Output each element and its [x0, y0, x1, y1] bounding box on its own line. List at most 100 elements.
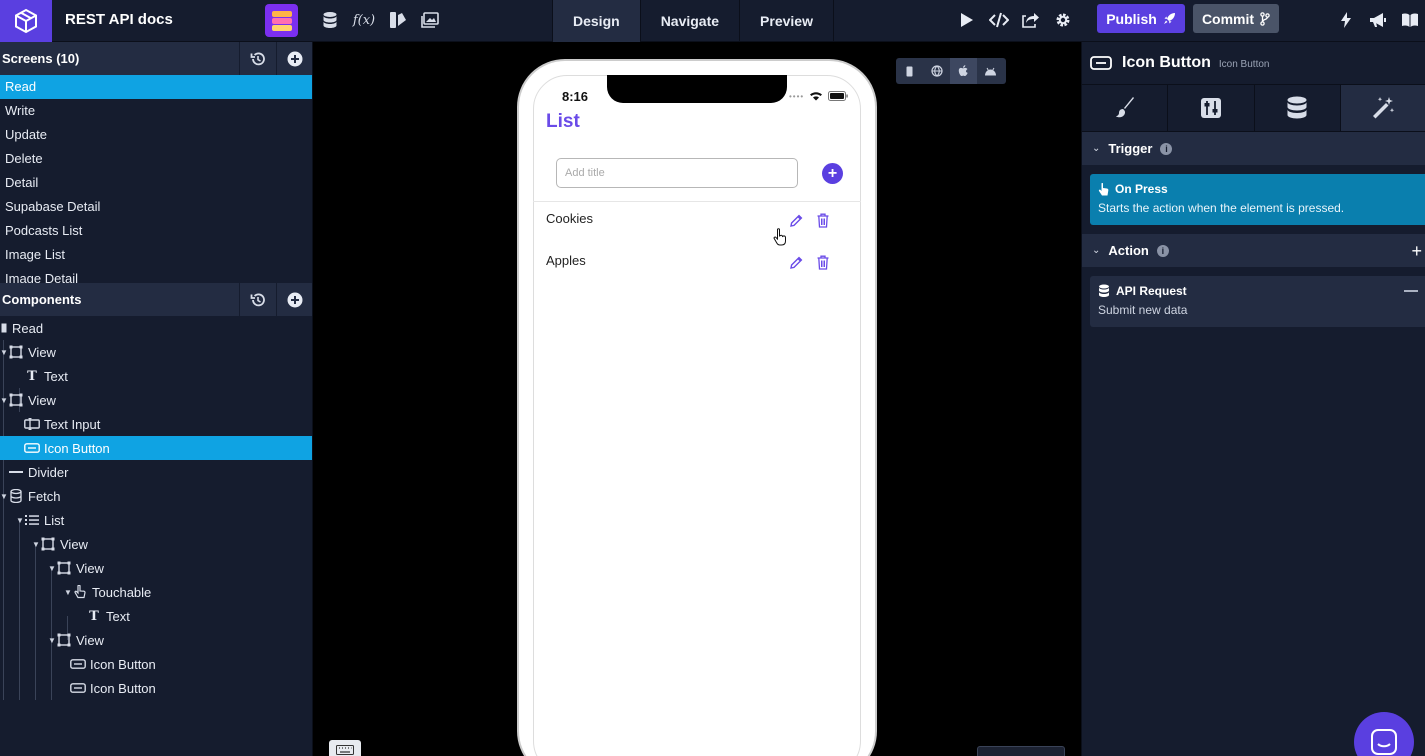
- add-action-plus-icon[interactable]: +: [1411, 241, 1422, 262]
- canvas-corner-control[interactable]: [977, 746, 1065, 756]
- pencil-edit-icon[interactable]: [789, 214, 803, 231]
- plus-icon: +: [827, 164, 838, 182]
- media-icon[interactable]: [420, 10, 440, 30]
- screen-item[interactable]: Read: [0, 75, 312, 99]
- list-item[interactable]: Apples: [546, 251, 846, 275]
- divider-icon: [8, 464, 24, 480]
- code-icon[interactable]: [989, 10, 1009, 30]
- status-time: 8:16: [562, 89, 589, 104]
- magic-wand-icon: [1373, 97, 1395, 119]
- caret-down-icon[interactable]: ▼: [48, 636, 56, 645]
- caret-down-icon[interactable]: ▼: [0, 396, 8, 405]
- info-icon[interactable]: i: [1156, 244, 1169, 257]
- app-logo-icon[interactable]: [0, 0, 52, 42]
- screen-item[interactable]: Image Detail: [0, 267, 312, 283]
- tree-node-list[interactable]: ▼ List: [0, 508, 312, 532]
- tab-design[interactable]: Design: [552, 0, 640, 42]
- trash-delete-icon[interactable]: [817, 213, 829, 231]
- tree-node-divider[interactable]: Divider: [0, 460, 312, 484]
- screen-icon: [0, 320, 8, 336]
- database-icon: [8, 488, 24, 504]
- caret-down-icon[interactable]: ▼: [0, 492, 8, 501]
- apple-ios-icon[interactable]: [950, 58, 977, 84]
- screen-item[interactable]: Supabase Detail: [0, 195, 312, 219]
- tab-data[interactable]: [1255, 85, 1341, 131]
- add-component-button[interactable]: [276, 283, 312, 316]
- publish-button[interactable]: Publish: [1097, 4, 1185, 33]
- design-canvas[interactable]: 8:16 •••• List Add title + Cookies Apple…: [314, 42, 1081, 756]
- tree-node-icon-button[interactable]: Icon Button: [0, 652, 312, 676]
- screen-item[interactable]: Delete: [0, 147, 312, 171]
- lightning-icon[interactable]: [1336, 10, 1356, 30]
- caret-down-icon[interactable]: ▼: [48, 564, 56, 573]
- keyboard-icon[interactable]: [329, 740, 361, 756]
- signal-dots-icon: ••••: [789, 91, 805, 101]
- git-branch-icon: [1260, 11, 1270, 26]
- tree-node-view[interactable]: ▼ View: [0, 556, 312, 580]
- database-icon[interactable]: [320, 10, 340, 30]
- tree-node-view[interactable]: ▼ View: [0, 388, 312, 412]
- tree-node-fetch[interactable]: ▼ Fetch: [0, 484, 312, 508]
- screen-item[interactable]: Podcasts List: [0, 219, 312, 243]
- project-icon[interactable]: [265, 4, 298, 37]
- caret-down-icon[interactable]: ▼: [64, 588, 72, 597]
- action-card-api-request[interactable]: API Request Submit new data: [1090, 276, 1425, 327]
- android-icon[interactable]: [977, 58, 1004, 84]
- action-section-header[interactable]: ⌄ Action i +: [1082, 234, 1425, 267]
- tree-node-icon-button-selected[interactable]: Icon Button: [0, 436, 312, 460]
- project-title: REST API docs: [65, 11, 173, 28]
- tree-node-text-input[interactable]: Text Input: [0, 412, 312, 436]
- inspector-subtitle: Icon Button: [1218, 58, 1270, 70]
- device-phone-icon[interactable]: [896, 58, 923, 84]
- add-item-button[interactable]: +: [822, 163, 843, 184]
- screen-item[interactable]: Image List: [0, 243, 312, 267]
- list-divider: [533, 201, 861, 202]
- touch-hand-icon: [72, 584, 88, 600]
- caret-down-icon[interactable]: ▼: [0, 348, 8, 357]
- screen-item[interactable]: Update: [0, 123, 312, 147]
- docs-book-icon[interactable]: [1400, 10, 1420, 30]
- megaphone-icon[interactable]: [1368, 10, 1388, 30]
- list-title: List: [546, 111, 580, 132]
- tree-node-text[interactable]: T Text: [0, 604, 312, 628]
- tab-preview[interactable]: Preview: [739, 0, 834, 42]
- tab-properties[interactable]: [1168, 85, 1255, 131]
- commit-button[interactable]: Commit: [1193, 4, 1279, 33]
- list-item[interactable]: Cookies: [546, 209, 846, 233]
- trigger-section-header[interactable]: ⌄ Trigger i: [1082, 132, 1425, 165]
- play-icon[interactable]: [957, 10, 977, 30]
- caret-down-icon[interactable]: ▼: [32, 540, 40, 549]
- screen-item[interactable]: Write: [0, 99, 312, 123]
- history-icon[interactable]: [239, 42, 276, 75]
- phone-preview[interactable]: 8:16 •••• List Add title + Cookies Apple…: [517, 59, 877, 756]
- theme-icon[interactable]: [388, 10, 408, 30]
- remove-action-minus-icon[interactable]: [1404, 290, 1418, 292]
- tree-node-text[interactable]: T Text: [0, 364, 312, 388]
- add-title-input[interactable]: Add title: [556, 158, 798, 188]
- share-icon[interactable]: [1021, 10, 1041, 30]
- support-chat-button[interactable]: [1354, 712, 1414, 756]
- tab-interactions[interactable]: [1340, 85, 1425, 131]
- tab-style[interactable]: [1082, 85, 1169, 131]
- web-globe-icon[interactable]: [923, 58, 950, 84]
- add-screen-button[interactable]: [276, 42, 312, 75]
- pencil-edit-icon[interactable]: [789, 256, 803, 273]
- tree-node-screen[interactable]: Read: [0, 316, 312, 340]
- tree-node-view[interactable]: ▼ View: [0, 532, 312, 556]
- trash-delete-icon[interactable]: [817, 255, 829, 273]
- component-tree: Read ▼ View T Text ▼ View Text Input Ico…: [0, 316, 312, 700]
- text-icon: T: [27, 368, 37, 384]
- tab-navigate[interactable]: Navigate: [639, 0, 739, 42]
- tree-node-touchable[interactable]: ▼ Touchable: [0, 580, 312, 604]
- tree-node-view[interactable]: ▼ View: [0, 628, 312, 652]
- screen-item[interactable]: Detail: [0, 171, 312, 195]
- settings-gear-icon[interactable]: [1053, 10, 1073, 30]
- trigger-card-on-press[interactable]: On Press Starts the action when the elem…: [1090, 174, 1425, 225]
- info-icon[interactable]: i: [1160, 142, 1173, 155]
- history-icon[interactable]: [239, 283, 276, 316]
- tree-node-icon-button[interactable]: Icon Button: [0, 676, 312, 700]
- function-icon[interactable]: f(x): [352, 10, 376, 30]
- components-header: Components: [0, 283, 312, 316]
- caret-down-icon[interactable]: ▼: [16, 516, 24, 525]
- tree-node-view[interactable]: ▼ View: [0, 340, 312, 364]
